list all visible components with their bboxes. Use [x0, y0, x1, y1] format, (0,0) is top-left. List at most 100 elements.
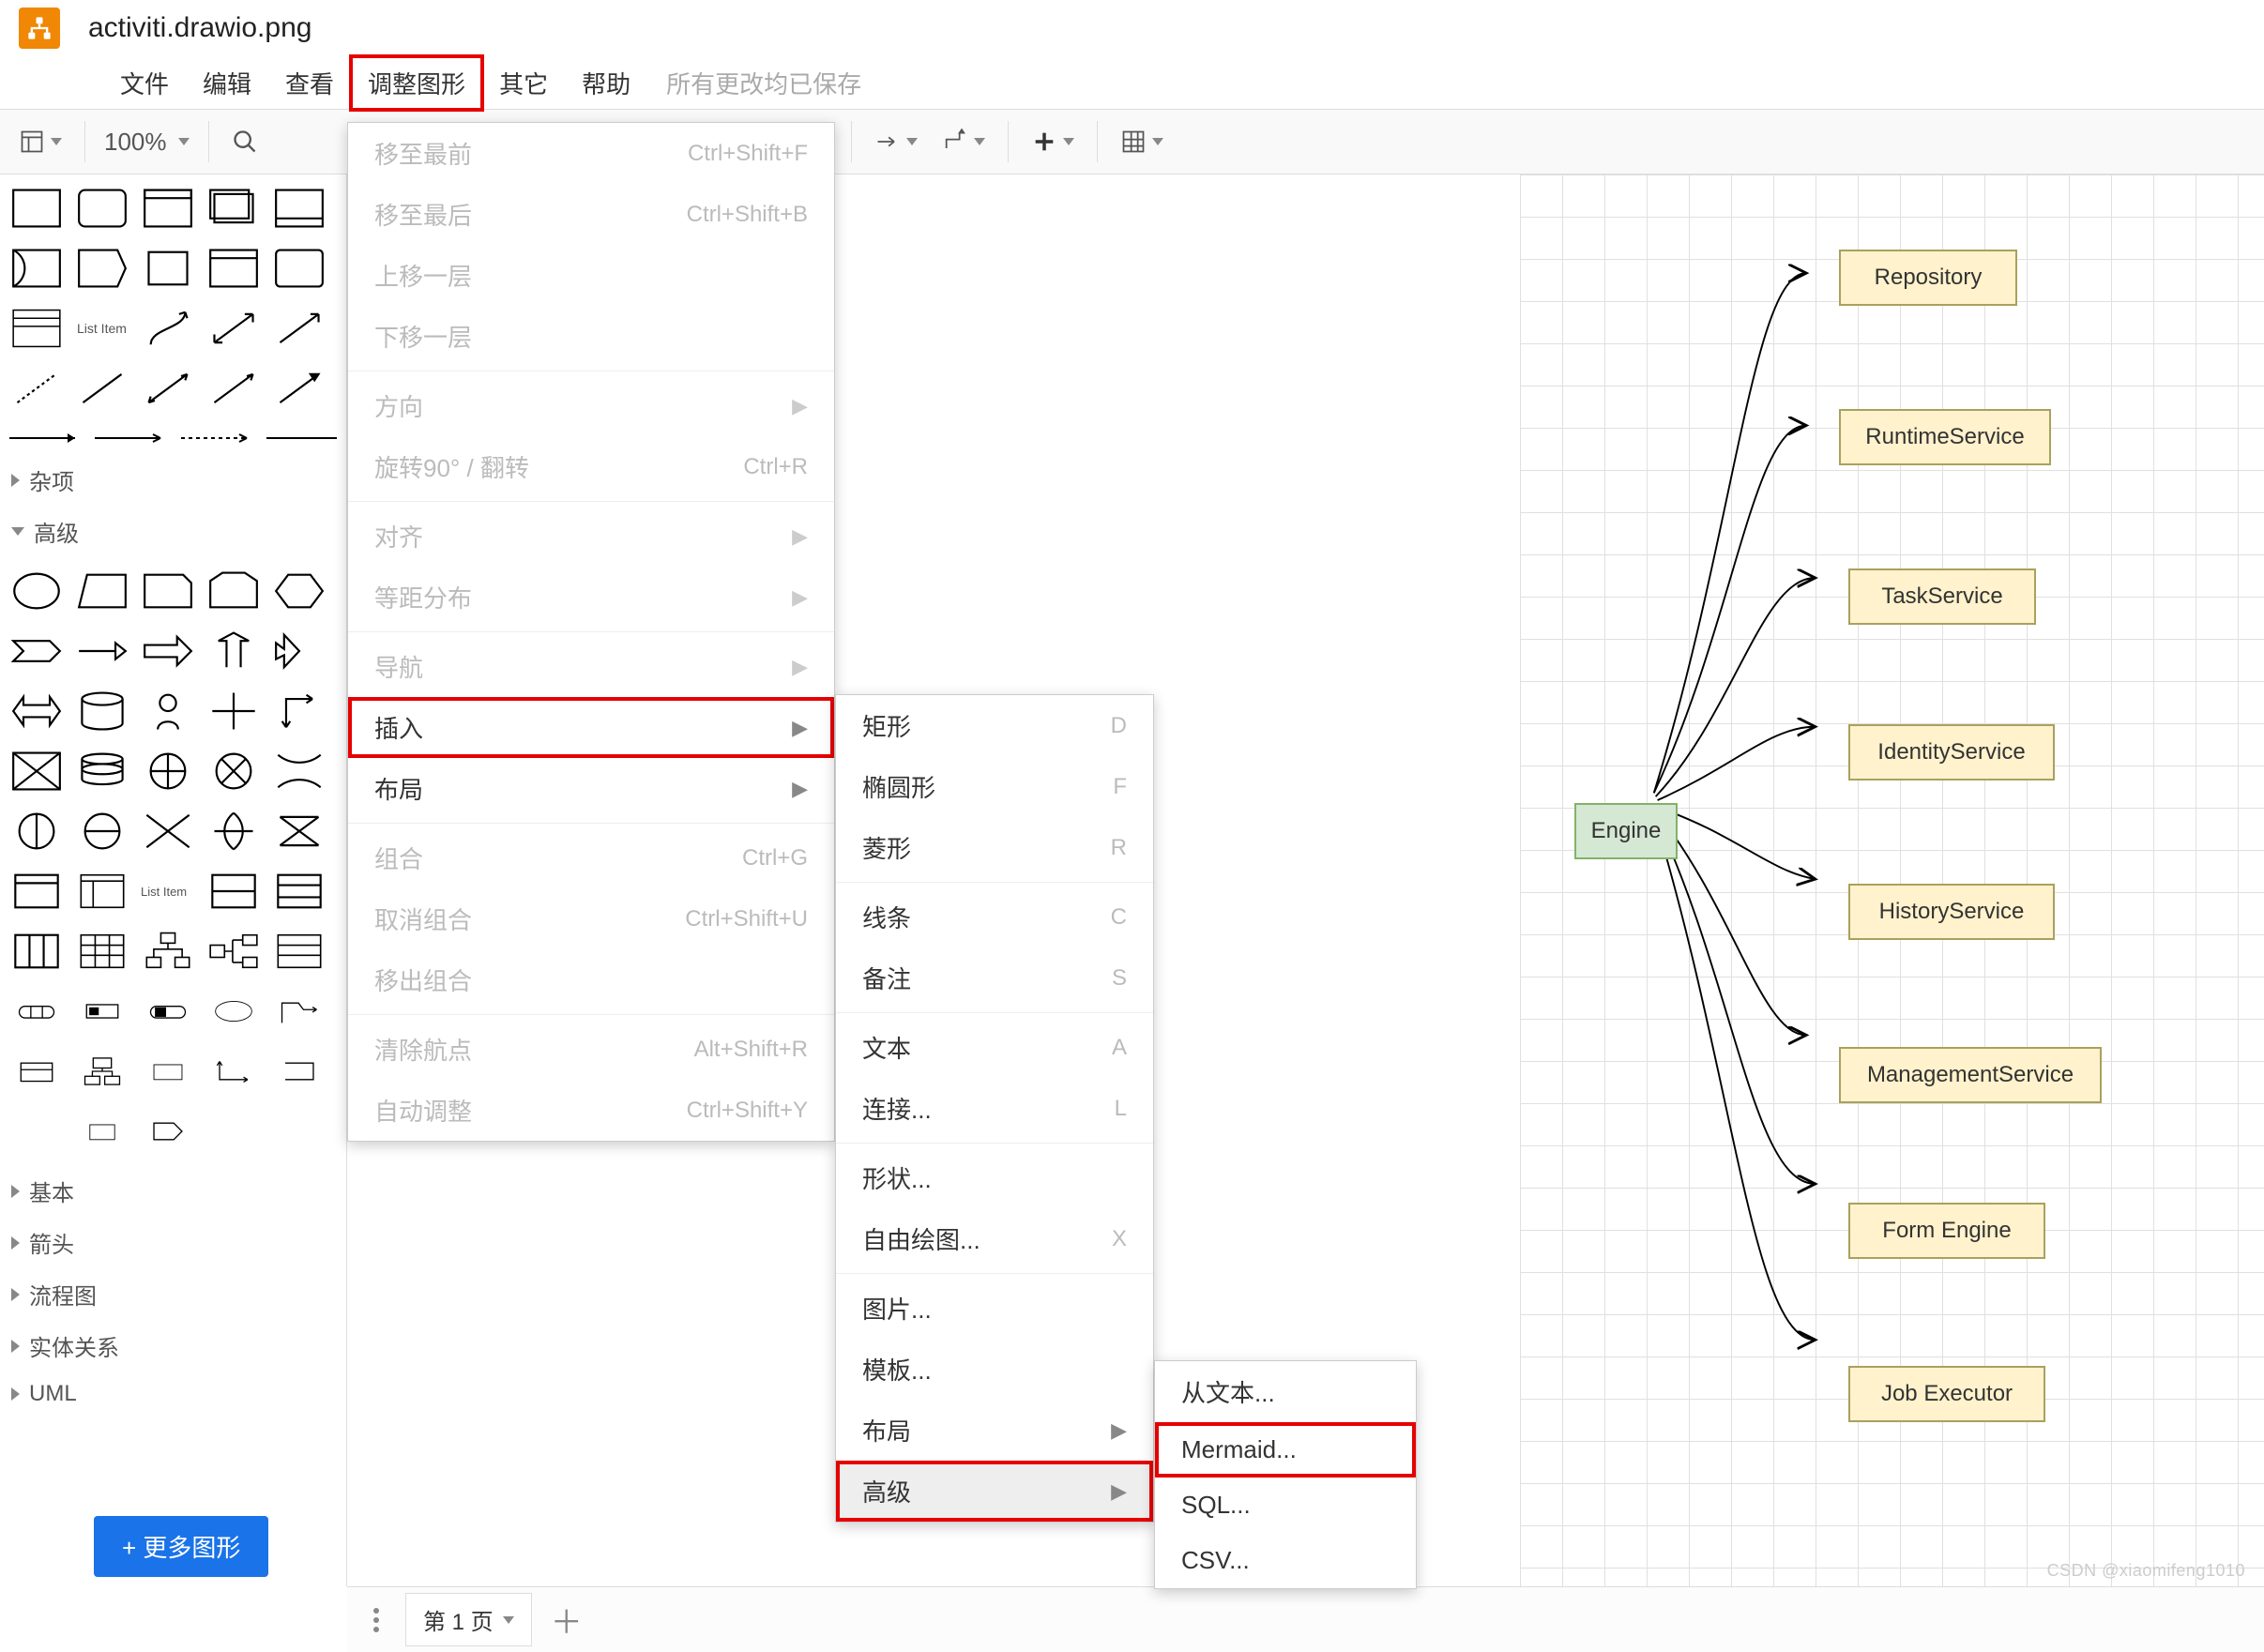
shape-thumbnail[interactable]: [6, 240, 68, 296]
shape-thumbnail[interactable]: [203, 300, 265, 356]
shape-thumbnail[interactable]: [6, 563, 68, 619]
diagram-node-engine[interactable]: Engine: [1574, 803, 1678, 859]
menu-item[interactable]: 自由绘图...X: [836, 1208, 1153, 1269]
shape-thumbnail[interactable]: [6, 300, 68, 356]
category-misc[interactable]: 杂项: [0, 454, 346, 506]
shape-thumbnail[interactable]: [137, 983, 199, 1039]
shape-thumbnail[interactable]: [268, 803, 330, 859]
shape-thumbnail[interactable]: [268, 623, 330, 679]
table-button[interactable]: [1111, 123, 1173, 160]
shape-thumbnail[interactable]: [203, 1043, 265, 1099]
menu-item[interactable]: 图片...: [836, 1278, 1153, 1339]
shape-thumbnail[interactable]: [6, 180, 68, 236]
shape-thumbnail[interactable]: [203, 180, 265, 236]
zoom-dropdown[interactable]: 100%: [99, 128, 195, 157]
menu-item[interactable]: 形状...: [836, 1147, 1153, 1208]
shape-thumbnail[interactable]: [137, 180, 199, 236]
menu-extras[interactable]: 其它: [482, 56, 565, 110]
shape-list-item-thumbnail[interactable]: List Item: [137, 863, 199, 919]
shape-thumbnail[interactable]: [268, 563, 330, 619]
shape-thumbnail[interactable]: [6, 923, 68, 979]
insert-button[interactable]: [1022, 123, 1084, 160]
menu-item[interactable]: 模板...: [836, 1339, 1153, 1400]
diagram-node-repository[interactable]: Repository: [1839, 250, 2017, 306]
shape-thumbnail[interactable]: [203, 923, 265, 979]
shape-thumbnail[interactable]: [6, 683, 68, 739]
shape-thumbnail[interactable]: [71, 1103, 133, 1159]
shape-thumbnail[interactable]: [71, 803, 133, 859]
shape-thumbnail[interactable]: [203, 563, 265, 619]
shape-list-item-thumbnail[interactable]: List Item: [71, 300, 133, 356]
menu-item[interactable]: Mermaid...: [1155, 1422, 1416, 1478]
connection-style-button[interactable]: [865, 123, 927, 160]
menu-item[interactable]: 连接...L: [836, 1078, 1153, 1139]
shape-thumbnail[interactable]: [268, 240, 330, 296]
menu-view[interactable]: 查看: [268, 56, 351, 110]
category-basic[interactable]: 基本: [0, 1165, 346, 1217]
shape-thumbnail[interactable]: [71, 683, 133, 739]
diagram-node-jobexecutor[interactable]: Job Executor: [1848, 1366, 2045, 1422]
shape-thumbnail[interactable]: [6, 623, 68, 679]
add-page-button[interactable]: ＋: [551, 1597, 583, 1643]
category-uml[interactable]: UML: [0, 1372, 346, 1417]
shape-thumbnail[interactable]: [71, 743, 133, 799]
shape-thumbnail[interactable]: [137, 300, 199, 356]
shape-thumbnail[interactable]: [71, 240, 133, 296]
shape-thumbnail[interactable]: [71, 1043, 133, 1099]
shape-thumbnail[interactable]: [71, 180, 133, 236]
shape-thumbnail[interactable]: [6, 803, 68, 859]
shape-thumbnail[interactable]: [137, 1043, 199, 1099]
view-mode-button[interactable]: [9, 123, 71, 160]
shape-thumbnail[interactable]: [268, 300, 330, 356]
shape-thumbnail[interactable]: [71, 360, 133, 417]
shape-thumbnail[interactable]: [6, 1103, 68, 1159]
shape-thumbnail[interactable]: [268, 863, 330, 919]
menu-item[interactable]: 文本A: [836, 1017, 1153, 1078]
shape-thumbnail[interactable]: [203, 240, 265, 296]
diagram-node-runtime[interactable]: RuntimeService: [1839, 409, 2051, 465]
pages-menu-button[interactable]: [366, 1600, 387, 1640]
shape-thumbnail[interactable]: [6, 983, 68, 1039]
shape-thumbnail[interactable]: [268, 360, 330, 417]
shape-thumbnail[interactable]: [6, 1043, 68, 1099]
shape-thumbnail[interactable]: [203, 360, 265, 417]
shape-thumbnail[interactable]: [6, 743, 68, 799]
shape-thumbnail[interactable]: [137, 1103, 199, 1159]
shape-thumbnail[interactable]: [268, 1043, 330, 1099]
diagram-node-task[interactable]: TaskService: [1848, 568, 2036, 625]
diagram-node-management[interactable]: ManagementService: [1839, 1047, 2102, 1103]
category-er[interactable]: 实体关系: [0, 1320, 346, 1372]
shape-thumbnail[interactable]: [268, 983, 330, 1039]
shape-thumbnail[interactable]: [71, 563, 133, 619]
shape-thumbnail[interactable]: [203, 683, 265, 739]
page-tab[interactable]: 第 1 页: [405, 1593, 532, 1646]
shape-thumbnail[interactable]: [137, 683, 199, 739]
more-shapes-button[interactable]: + 更多图形: [94, 1516, 268, 1577]
menu-arrange[interactable]: 调整图形: [351, 56, 482, 110]
menu-item[interactable]: 备注S: [836, 947, 1153, 1008]
diagram-node-identity[interactable]: IdentityService: [1848, 724, 2055, 781]
shape-thumbnail[interactable]: [137, 923, 199, 979]
connector-thumbnail[interactable]: [95, 430, 165, 447]
shape-thumbnail[interactable]: [71, 983, 133, 1039]
menu-help[interactable]: 帮助: [565, 56, 647, 110]
category-arrow[interactable]: 箭头: [0, 1217, 346, 1268]
menu-item[interactable]: 布局▶: [836, 1400, 1153, 1461]
diagram-node-formengine[interactable]: Form Engine: [1848, 1203, 2045, 1259]
menu-item[interactable]: SQL...: [1155, 1478, 1416, 1533]
shape-thumbnail[interactable]: [203, 803, 265, 859]
menu-item[interactable]: 菱形R: [836, 817, 1153, 878]
shape-thumbnail[interactable]: [268, 743, 330, 799]
connector-thumbnail[interactable]: [181, 430, 251, 447]
shape-thumbnail[interactable]: [137, 803, 199, 859]
shape-thumbnail[interactable]: [137, 360, 199, 417]
shape-thumbnail[interactable]: [71, 923, 133, 979]
shape-thumbnail[interactable]: [137, 743, 199, 799]
shape-thumbnail[interactable]: [268, 923, 330, 979]
shape-thumbnail[interactable]: [203, 743, 265, 799]
category-advanced[interactable]: 高级: [0, 506, 346, 557]
shape-thumbnail[interactable]: [203, 863, 265, 919]
shape-thumbnail[interactable]: [71, 863, 133, 919]
shape-thumbnail[interactable]: [203, 983, 265, 1039]
document-title[interactable]: activiti.drawio.png: [88, 12, 311, 44]
